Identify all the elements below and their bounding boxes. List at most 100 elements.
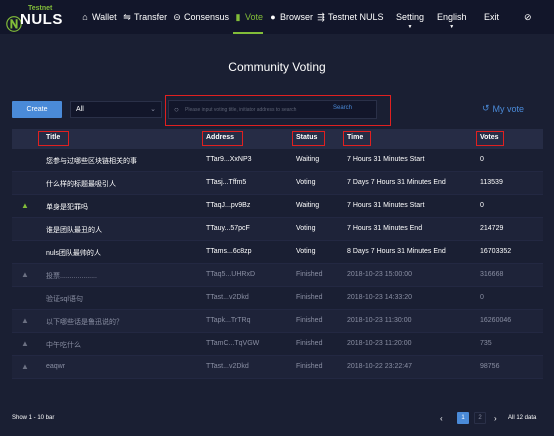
table-row[interactable]: 什么样的标题最吸引人 TTasj...Tffm5 Voting 7 Days 7… [12, 172, 543, 195]
row-time: 2018-10-22 23:22:47 [347, 363, 412, 370]
chevron-left-icon[interactable]: ‹ [440, 414, 443, 423]
table-row[interactable]: ▲ eaqwr TTast...v2Dkd Finished 2018-10-2… [12, 356, 543, 379]
row-time: 7 Days 7 Hours 31 Minutes End [347, 179, 446, 186]
column-header-status[interactable]: Status [296, 134, 317, 141]
row-title[interactable]: 验证sql语句 [46, 294, 83, 304]
nav-wallet-label: Wallet [92, 12, 117, 22]
row-address: TTasj...Tffm5 [206, 179, 247, 186]
nav-setting-dropdown[interactable]: Setting ▼ [396, 0, 424, 34]
nav-consensus-label: Consensus [184, 12, 230, 22]
column-header-votes[interactable]: Votes [480, 134, 499, 141]
voting-table: Title Address Status Time Votes 您参与过哪些区块… [12, 129, 543, 379]
row-status: Voting [296, 248, 316, 255]
row-title[interactable]: 谁是团队最丑的人 [46, 225, 102, 235]
row-votes: 16260046 [480, 317, 512, 324]
row-address: TTapk...TrTRq [206, 317, 251, 324]
row-status: Waiting [296, 156, 320, 163]
nav-browser-label: Browser [280, 12, 314, 22]
row-votes: 0 [480, 294, 484, 301]
row-status: Finished [296, 363, 323, 370]
nav-wallet[interactable]: ⌂ Wallet [80, 0, 117, 34]
page-button-current[interactable]: 1 [457, 412, 469, 424]
chevron-down-icon: ▼ [407, 24, 413, 30]
table-row[interactable]: 谁是团队最丑的人 TTauy...57pcF Voting 7 Hours 31… [12, 218, 543, 241]
history-icon: ↺ [482, 103, 490, 113]
search-button[interactable]: Search [333, 105, 352, 111]
vote-icon: ▮ [235, 11, 241, 22]
logo-mark-icon: Ⓝ [6, 17, 22, 34]
row-title[interactable]: 以下哪些话是鲁迅说的？ [46, 317, 123, 327]
page-button-next[interactable]: 2 [474, 412, 486, 424]
column-header-time[interactable]: Time [347, 134, 363, 141]
row-address: TTast...v2Dkd [206, 363, 249, 370]
nav-setting-label: Setting [396, 12, 425, 22]
row-votes: 16703352 [480, 248, 512, 255]
nav-browser[interactable]: ● Browser [268, 0, 313, 34]
row-address: TTaqJ...pv9Bz [206, 202, 251, 209]
browser-icon: ● [270, 12, 276, 22]
pagination-footer: Show 1 - 10 bar ‹ 1 2 › All 12 data [0, 409, 554, 429]
row-status: Voting [296, 179, 316, 186]
nav-exit-label: Exit [484, 12, 500, 22]
vote-mark-icon: ▲ [21, 339, 29, 348]
table-row[interactable]: ▲ 投票................... TTaq5...UHRxD Fi… [12, 264, 543, 287]
row-title[interactable]: 投票................... [46, 271, 97, 281]
table-row[interactable]: ▲ 单身是犯罪吗 TTaqJ...pv9Bz Waiting 7 Hours 3… [12, 195, 543, 218]
nav-vote-label: Vote [245, 12, 264, 22]
search-input[interactable] [185, 103, 335, 116]
table-row[interactable]: 您参与过哪些区块链相关的事 TTar9...XxNP3 Waiting 7 Ho… [12, 149, 543, 172]
nav-testnet-nuls[interactable]: ⇶ Testnet NULS [316, 0, 383, 34]
table-row[interactable]: nuls团队最帅的人 TTams...6c8zp Voting 8 Days 7… [12, 241, 543, 264]
my-vote-label: My vote [492, 103, 525, 114]
vote-mark-icon: ▲ [21, 362, 29, 371]
row-status: Finished [296, 294, 323, 301]
table-row[interactable]: ▲ 中午吃什么 TTamC...TqVGW Finished 2018-10-2… [12, 333, 543, 356]
table-header: Title Address Status Time Votes [12, 129, 543, 149]
row-title[interactable]: 中午吃什么 [46, 340, 81, 350]
status-filter-value: All [76, 106, 84, 113]
chevron-right-icon[interactable]: › [494, 414, 497, 423]
row-votes: 316668 [480, 271, 504, 278]
nav-vote[interactable]: ▮ Vote [233, 0, 264, 34]
row-title[interactable]: eaqwr [46, 363, 65, 370]
row-status: Voting [296, 225, 316, 232]
help-icon: ⊘ [524, 11, 532, 22]
row-status: Waiting [296, 202, 320, 209]
nuls-logo[interactable]: Testnet Ⓝ NULS [6, 4, 62, 34]
nav-transfer[interactable]: ⇋ Transfer [122, 0, 167, 34]
nav-consensus[interactable]: ⊝ Consensus [172, 0, 229, 34]
help-button[interactable]: ⊘ [524, 0, 532, 34]
row-status: Finished [296, 271, 323, 278]
table-row[interactable]: 验证sql语句 TTast...v2Dkd Finished 2018-10-2… [12, 287, 543, 310]
row-votes: 113539 [480, 179, 503, 186]
row-title[interactable]: 您参与过哪些区块链相关的事 [46, 156, 137, 166]
row-address: TTams...6c8zp [206, 248, 252, 255]
search-icon: ○ [174, 105, 179, 114]
nav-transfer-label: Transfer [134, 12, 168, 22]
vote-mark-icon: ▲ [21, 316, 29, 325]
nav-language-dropdown[interactable]: English ▼ [437, 0, 467, 34]
showing-range-text: Show 1 - 10 bar [12, 415, 55, 421]
chevron-down-icon: ▼ [449, 24, 455, 30]
create-button[interactable]: Create [12, 101, 62, 118]
nav-exit[interactable]: Exit [484, 0, 499, 34]
status-filter-select[interactable]: All ⌄ [70, 101, 162, 118]
row-address: TTauy...57pcF [206, 225, 250, 232]
row-title[interactable]: 单身是犯罪吗 [46, 202, 88, 212]
chevron-down-icon: ⌄ [150, 106, 156, 113]
my-vote-link[interactable]: ↺ My vote [482, 103, 524, 114]
nav-language-label: English [437, 12, 467, 22]
column-header-address[interactable]: Address [206, 134, 234, 141]
row-title[interactable]: 什么样的标题最吸引人 [46, 179, 116, 189]
row-address: TTamC...TqVGW [206, 340, 260, 347]
row-time: 2018-10-23 11:20:00 [347, 340, 412, 347]
row-title[interactable]: nuls团队最帅的人 [46, 248, 101, 258]
page-title: Community Voting [228, 60, 326, 74]
row-time: 2018-10-23 14:33:20 [347, 294, 412, 301]
row-status: Finished [296, 340, 323, 347]
column-header-title[interactable]: Title [46, 134, 60, 141]
table-row[interactable]: ▲ 以下哪些话是鲁迅说的？ TTapk...TrTRq Finished 201… [12, 310, 543, 333]
row-votes: 98756 [480, 363, 500, 370]
home-icon: ⌂ [82, 12, 88, 22]
search-box: ○ Search [168, 100, 377, 119]
